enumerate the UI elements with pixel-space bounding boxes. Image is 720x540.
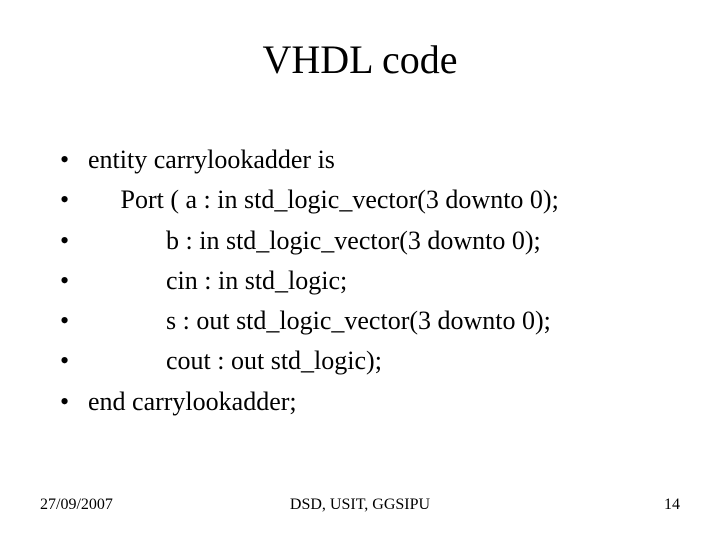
list-item: entity carrylookadder is [60,140,680,180]
footer-center: DSD, USIT, GGSIPU [0,496,720,514]
list-item: cin : in std_logic; [60,261,680,301]
footer-page: 14 [664,496,680,514]
bullet-list: entity carrylookadder is Port ( a : in s… [60,140,680,422]
list-item: end carrylookadder; [60,382,680,422]
list-item: s : out std_logic_vector(3 downto 0); [60,301,680,341]
slide: VHDL code entity carrylookadder is Port … [0,0,720,540]
slide-body: entity carrylookadder is Port ( a : in s… [60,140,680,422]
list-item: cout : out std_logic); [60,341,680,381]
list-item: b : in std_logic_vector(3 downto 0); [60,221,680,261]
slide-title: VHDL code [0,36,720,83]
list-item: Port ( a : in std_logic_vector(3 downto … [60,180,680,220]
